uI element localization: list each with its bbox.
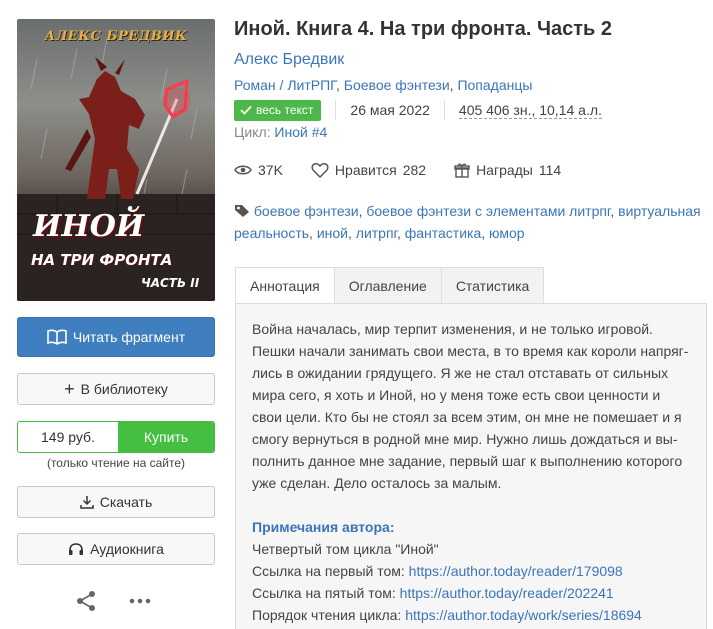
cycle-label: Цикл:	[234, 124, 271, 140]
views-count: 37K	[258, 162, 283, 178]
fifth-volume-link[interactable]: https://author.today/reader/202241	[400, 585, 614, 601]
publish-date: 26 мая 2022	[350, 102, 430, 118]
stats-row: 37K Нравится 282 Награды 114	[234, 162, 706, 178]
content-tabs: Аннотация Оглавление Статистика	[235, 267, 545, 304]
share-row	[75, 590, 151, 612]
cover-part-text: ЧАСТЬ II	[141, 276, 200, 290]
heart-icon	[311, 163, 329, 178]
tag-link[interactable]: иной	[317, 225, 348, 241]
divider	[335, 100, 337, 120]
add-to-library-button[interactable]: + В библиотеку	[17, 373, 215, 405]
book-info: Иной. Книга 4. На три фронта. Часть 2 Ал…	[234, 16, 706, 244]
annotation-panel: Война началась, мир терпит изменения, и …	[235, 303, 707, 629]
author-note: Четвертый том цикла "Иной"	[252, 541, 439, 557]
awards-count: 114	[538, 162, 562, 178]
cycle-info: Цикл: Иной #4	[234, 124, 706, 140]
cover-subtitle-text: НА ТРИ ФРОНТА	[31, 251, 173, 269]
book-title: Иной. Книга 4. На три фронта. Часть 2	[234, 18, 613, 40]
cycle-link[interactable]: Иной #4	[274, 124, 327, 140]
more-options-icon[interactable]	[129, 597, 151, 605]
tag-link[interactable]: юмор	[489, 225, 525, 241]
author-note: Ссылка на пятый том: https://author.toda…	[252, 582, 690, 604]
genre-link[interactable]: Роман / ЛитРПГ	[234, 77, 336, 93]
cover-title-text: ИНОЙ	[33, 209, 145, 244]
book-cover[interactable]: АЛЕКС БРЕДВИК ИНОЙ НА ТРИ ФРОНТА ЧАСТЬ I…	[17, 19, 215, 301]
annotation-text: Война началась, мир терпит изменения, и …	[252, 321, 689, 491]
tag-icon	[235, 205, 249, 217]
book-meta: весь текст 26 мая 2022 405 406 зн., 10,1…	[234, 99, 706, 121]
author-note: Порядок чтения цикла: https://author.tod…	[252, 604, 690, 626]
tag-link[interactable]: фантастика	[405, 225, 482, 241]
audiobook-label: Аудиокнига	[90, 541, 164, 557]
author-link[interactable]: Алекс Бредвик	[234, 51, 706, 69]
add-to-library-label: В библиотеку	[80, 381, 168, 397]
genre-link[interactable]: Попаданцы	[457, 77, 532, 93]
gift-icon	[454, 163, 470, 178]
download-button[interactable]: Скачать	[17, 486, 215, 518]
download-label: Скачать	[99, 494, 153, 510]
headphones-icon	[69, 543, 84, 555]
read-fragment-button[interactable]: Читать фрагмент	[17, 317, 215, 357]
tag-list: боевое фэнтези, боевое фэнтези с элемент…	[234, 203, 701, 241]
tab-annotation[interactable]: Аннотация	[235, 267, 335, 304]
read-fragment-label: Читать фрагмент	[72, 329, 186, 345]
status-badge-label: весь текст	[256, 103, 314, 117]
tag-link[interactable]: боевое фэнтези	[254, 203, 359, 219]
views-stat: 37K	[234, 162, 283, 178]
tab-contents[interactable]: Оглавление	[334, 267, 442, 304]
book-size: 405 406 зн., 10,14 а.л.	[458, 101, 602, 119]
author-notes-title: Примечания автора:	[252, 519, 395, 535]
share-icon[interactable]	[75, 590, 97, 612]
divider	[443, 100, 445, 120]
first-volume-link[interactable]: https://author.today/reader/179098	[409, 563, 623, 579]
likes-count: 282	[402, 162, 427, 178]
tag-link[interactable]: литрпг	[356, 225, 397, 241]
awards-label: Награды	[476, 162, 533, 178]
author-note: Ссылка на первый том: https://author.tod…	[252, 560, 690, 582]
series-order-link[interactable]: https://author.today/work/series/18694	[405, 607, 642, 623]
buy-group: 149 руб. Купить	[17, 421, 215, 453]
likes-stat[interactable]: Нравится 282	[311, 162, 426, 178]
eye-icon	[234, 165, 252, 175]
tab-statistics[interactable]: Статистика	[441, 267, 545, 304]
tag-link[interactable]: боевое фэнтези с элементами литрпг	[366, 203, 610, 219]
note-label: Порядок чтения цикла:	[252, 607, 402, 623]
genre-list: Роман / ЛитРПГ, Боевое фэнтези, Попаданц…	[234, 77, 533, 93]
status-badge: весь текст	[234, 99, 322, 121]
audiobook-button[interactable]: Аудиокнига	[17, 533, 215, 565]
price-label: 149 руб.	[18, 422, 118, 452]
book-sidebar: АЛЕКС БРЕДВИК ИНОЙ НА ТРИ ФРОНТА ЧАСТЬ I…	[17, 19, 215, 611]
note-label: Ссылка на первый том:	[252, 563, 405, 579]
check-icon	[240, 105, 252, 115]
likes-label: Нравится	[334, 162, 397, 178]
cover-author-text: АЛЕКС БРЕДВИК	[44, 29, 188, 44]
buy-note: (только чтение на сайте)	[46, 456, 186, 470]
awards-stat[interactable]: Награды 114	[454, 162, 561, 178]
book-open-icon	[47, 329, 67, 345]
note-label: Ссылка на пятый том:	[252, 585, 396, 601]
buy-button[interactable]: Купить	[118, 422, 214, 452]
genre-link[interactable]: Боевое фэнтези	[344, 77, 450, 93]
plus-icon: +	[64, 379, 75, 399]
download-icon	[80, 496, 94, 509]
